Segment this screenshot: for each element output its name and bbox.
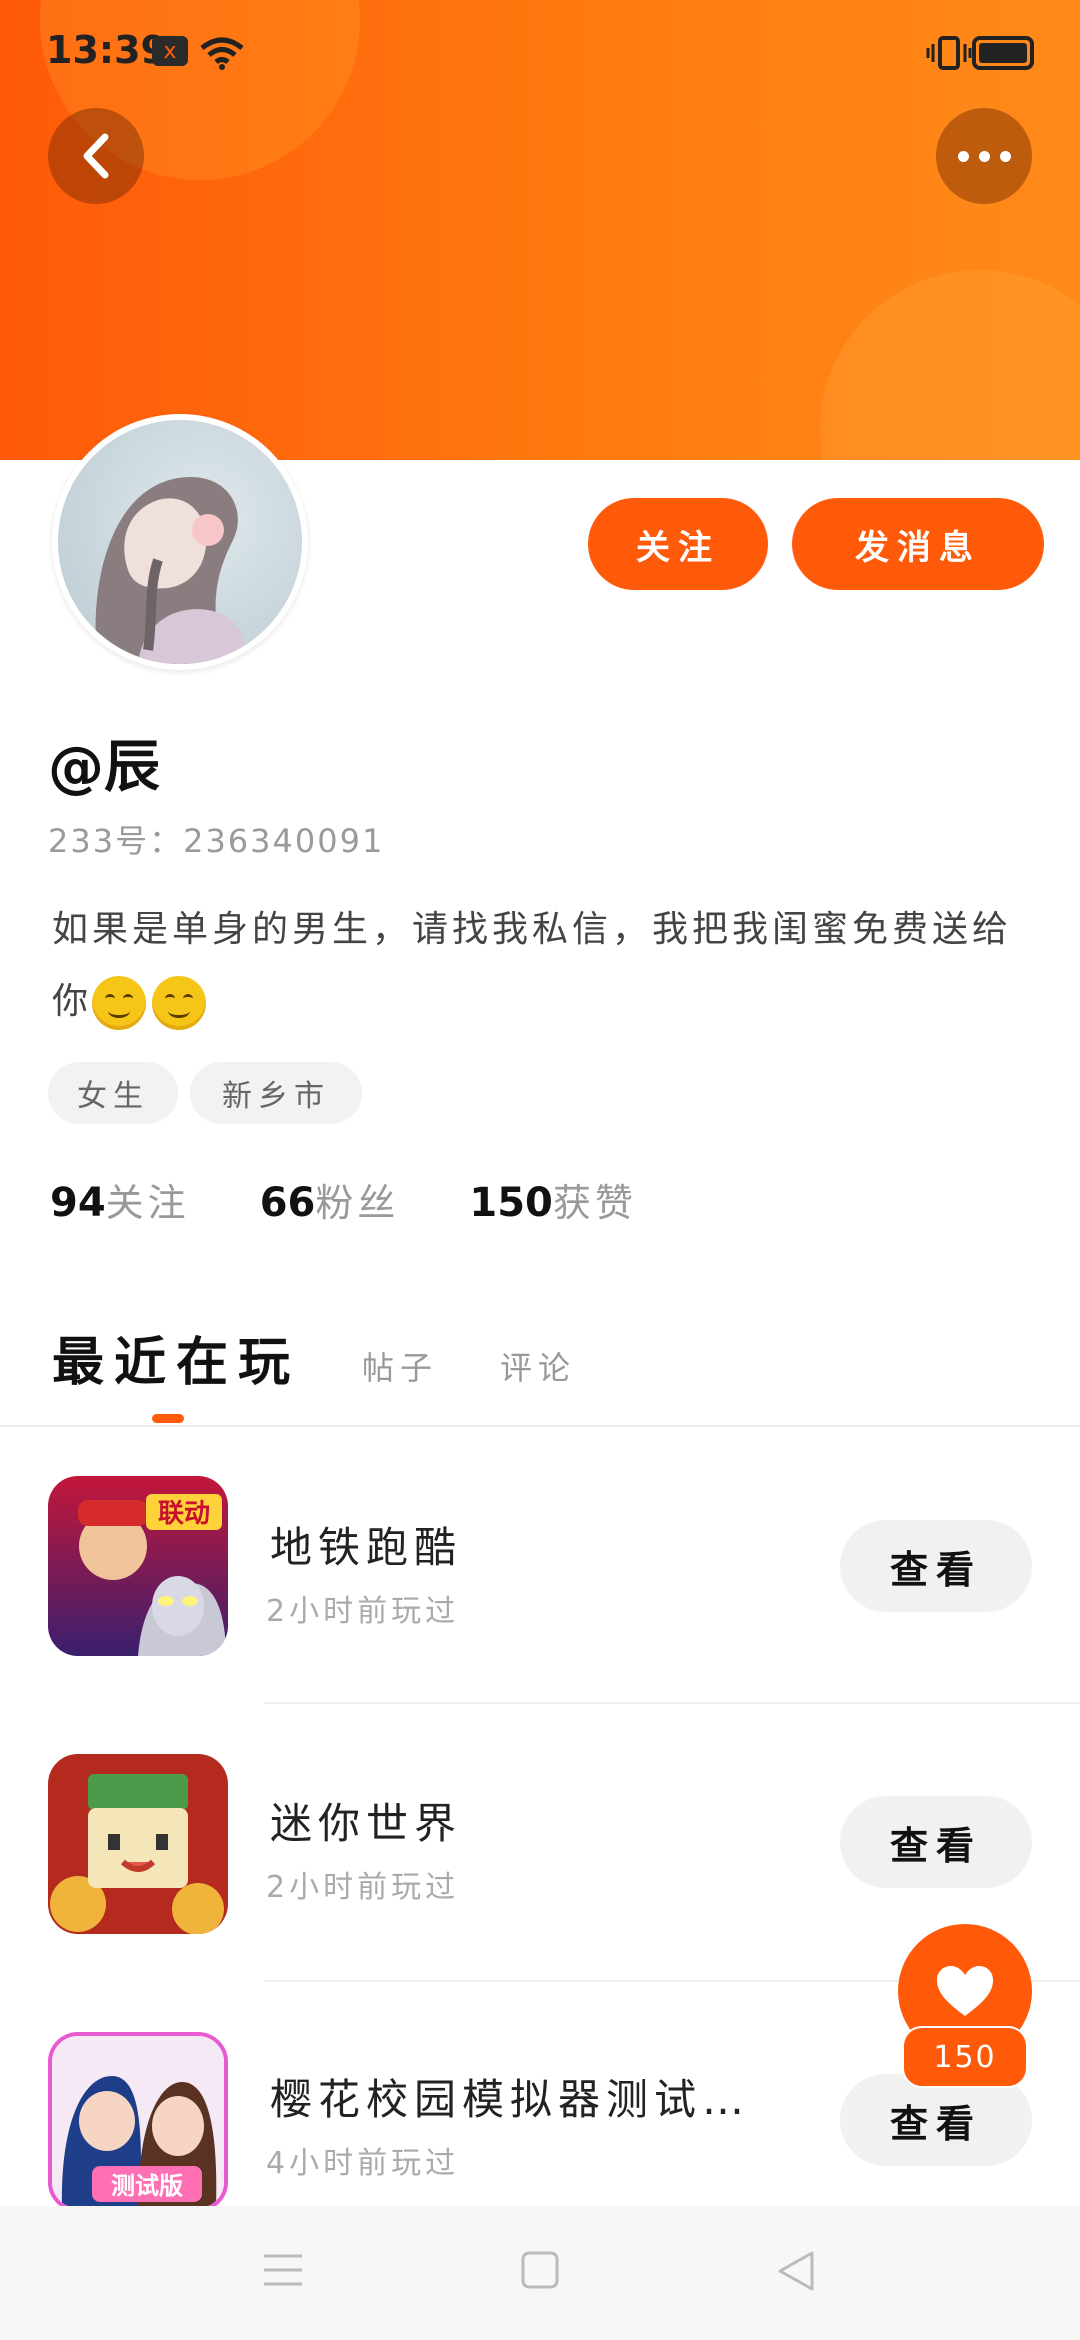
heart-icon xyxy=(937,1966,993,2016)
status-bar: 13:39 x xyxy=(0,0,1080,110)
view-button[interactable]: 查看 xyxy=(840,1796,1032,1888)
back-triangle-icon[interactable] xyxy=(776,2250,816,2296)
more-options-button[interactable] xyxy=(936,108,1032,204)
tag-city: 新乡市 xyxy=(190,1062,362,1124)
stat-number: 150 xyxy=(469,1180,553,1226)
view-button[interactable]: 查看 xyxy=(840,1520,1032,1612)
stat-following[interactable]: 94关注 xyxy=(50,1172,190,1227)
profile-stats: 94关注 66粉丝 150获赞 xyxy=(50,1172,637,1227)
send-message-button[interactable]: 发消息 xyxy=(792,498,1044,590)
stat-label: 粉丝 xyxy=(315,1181,400,1225)
stat-number: 66 xyxy=(259,1180,316,1226)
game-icon-sakura-school: 测试版 xyxy=(48,2032,228,2212)
tag-gender: 女生 xyxy=(48,1062,178,1124)
menu-icon[interactable] xyxy=(262,2250,304,2294)
icon-badge-text: 联动 xyxy=(158,1499,210,1529)
follow-button[interactable]: 关注 xyxy=(588,498,768,590)
vibrate-icon xyxy=(926,36,972,70)
system-nav-bar xyxy=(0,2206,1080,2340)
username: @辰 xyxy=(48,735,160,800)
game-name: 迷你世界 xyxy=(270,1799,463,1848)
game-name: 樱花校园模拟器测试… xyxy=(270,2075,751,2124)
status-time: 13:39 xyxy=(46,28,167,72)
home-icon[interactable] xyxy=(520,2250,560,2294)
stat-label: 获赞 xyxy=(552,1181,637,1225)
tab-comments[interactable]: 评论 xyxy=(500,1343,576,1389)
battery-icon xyxy=(972,36,1034,70)
avatar[interactable] xyxy=(52,414,308,670)
played-time: 4小时前玩过 xyxy=(266,2146,460,2181)
stat-label: 关注 xyxy=(105,1181,190,1225)
chevron-left-icon xyxy=(83,133,109,179)
tab-recently-played[interactable]: 最近在玩 xyxy=(52,1320,300,1395)
game-icon-mini-world xyxy=(48,1754,228,1934)
banner-decoration xyxy=(820,270,1080,460)
profile-tabs: 最近在玩 帖子 评论 xyxy=(52,1320,576,1395)
list-item[interactable]: 迷你世界 2小时前玩过 查看 xyxy=(0,1754,1080,1954)
user-id: 233号：236340091 xyxy=(48,822,385,860)
back-button[interactable] xyxy=(48,108,144,204)
tab-posts[interactable]: 帖子 xyxy=(362,1343,438,1389)
played-time: 2小时前玩过 xyxy=(266,1870,460,1905)
more-dots-icon xyxy=(957,150,1011,162)
active-tab-indicator xyxy=(152,1414,184,1423)
avatar-image xyxy=(58,420,302,664)
smile-emoji-icon xyxy=(152,976,207,1030)
game-icon-subway-surfers: 联动 xyxy=(48,1476,228,1656)
notification-icon-label: x xyxy=(163,38,177,64)
stat-number: 94 xyxy=(50,1180,106,1226)
list-item[interactable]: 联动 地铁跑酷 2小时前玩过 查看 xyxy=(0,1476,1080,1676)
game-name: 地铁跑酷 xyxy=(270,1523,463,1572)
smile-emoji-icon xyxy=(92,976,147,1030)
notification-icon: x xyxy=(152,36,188,66)
played-time: 2小时前玩过 xyxy=(266,1594,460,1629)
like-count: 150 xyxy=(902,2026,1028,2088)
icon-badge-text: 测试版 xyxy=(111,2172,183,2200)
stat-likes[interactable]: 150获赞 xyxy=(469,1172,637,1227)
divider xyxy=(0,1425,1080,1427)
stat-followers[interactable]: 66粉丝 xyxy=(260,1172,400,1227)
wifi-icon xyxy=(198,36,246,70)
divider xyxy=(264,1702,1080,1704)
bio: 如果是单身的男生，请找我私信，我把我闺蜜免费送给你 xyxy=(52,894,1032,1038)
